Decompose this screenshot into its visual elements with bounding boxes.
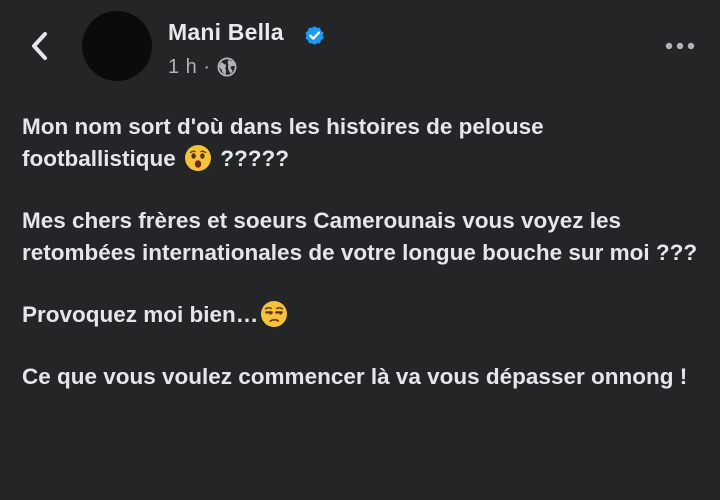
post-text: ????? (220, 146, 290, 171)
post-paragraph: Mes chers frères et soeurs Camerounais v… (22, 205, 702, 269)
post-timestamp[interactable]: 1 h (168, 56, 197, 79)
post-body: Mon nom sort d'où dans les histoires de … (22, 111, 702, 423)
post-paragraph: Mon nom sort d'où dans les histoires de … (22, 111, 702, 175)
author-avatar[interactable] (82, 11, 152, 81)
globe-icon (217, 57, 237, 77)
post-text: Provoquez moi bien… (22, 302, 259, 327)
back-button[interactable] (20, 26, 60, 66)
more-dots-icon (665, 42, 695, 50)
author-name[interactable]: Mani Bella (168, 19, 284, 46)
post-paragraph: Provoquez moi bien… (22, 299, 702, 331)
meta-separator: · (203, 55, 210, 78)
verified-badge-icon (305, 26, 324, 45)
hushed-face-emoji-icon (185, 145, 212, 171)
more-options-button[interactable] (660, 34, 700, 58)
post-meta: 1 h · (168, 55, 237, 79)
post-text: footballistique (22, 146, 176, 171)
post-header: Mani Bella 1 h · (0, 0, 720, 95)
post-text: Ce que vous voulez commencer là va vous … (22, 364, 688, 389)
post-text: Mes chers frères et soeurs Camerounais v… (22, 208, 698, 265)
chevron-left-icon (32, 32, 47, 60)
post-screen: Mani Bella 1 h · Mon nom sort d'où dans (0, 0, 720, 500)
post-text: Mon nom sort d'où dans les histoires de … (22, 114, 544, 139)
post-paragraph: Ce que vous voulez commencer là va vous … (22, 361, 702, 393)
unamused-face-emoji-icon (261, 301, 288, 327)
